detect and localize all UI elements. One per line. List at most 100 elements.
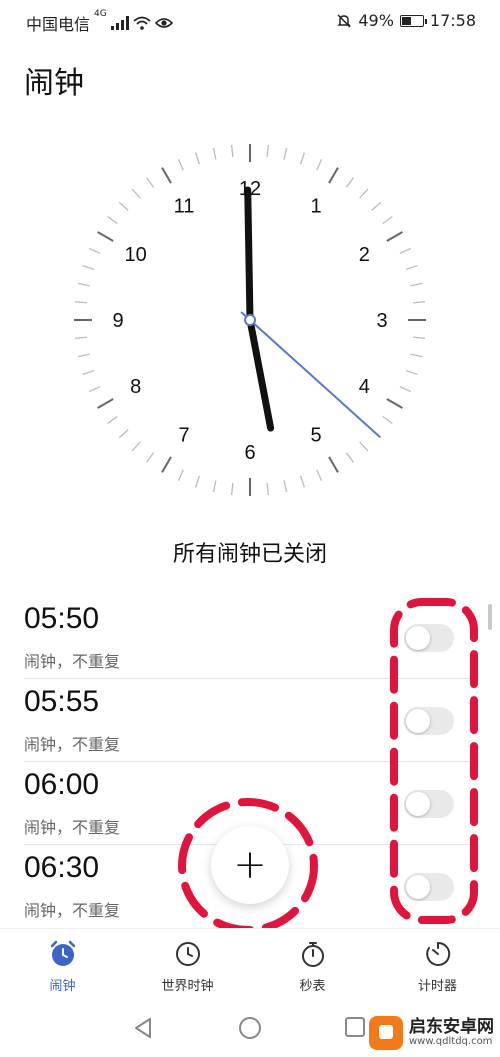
clock-tick <box>77 353 90 358</box>
alarms-status-message: 所有闹钟已关闭 <box>172 542 327 567</box>
tab-label: 闹钟 <box>49 979 76 994</box>
eye-icon <box>154 18 173 28</box>
clock-tick <box>74 300 87 304</box>
signal-icon <box>110 16 129 30</box>
timer-icon <box>425 941 450 966</box>
clock-tick <box>266 144 270 157</box>
alarm-time: 06:30 <box>24 851 100 884</box>
clock-tick <box>74 336 87 340</box>
clock-tick <box>328 167 339 184</box>
clock-number: 10 <box>125 244 147 266</box>
status-time: 17:58 <box>429 11 476 30</box>
tab-stopwatch[interactable]: 秒表 <box>250 929 375 1001</box>
clock-tick <box>131 441 141 452</box>
tab-label: 世界时钟 <box>161 979 214 994</box>
tab-alarm[interactable]: 闹钟 <box>0 929 125 1001</box>
clock-tick <box>413 300 426 304</box>
toggle-knob <box>406 626 430 650</box>
clock-center <box>244 314 256 326</box>
carrier-name: 中国电信 <box>26 15 91 34</box>
clock-number: 1 <box>310 196 321 218</box>
alarm-toggle[interactable] <box>404 873 454 901</box>
alarm-time: 05:50 <box>24 602 100 635</box>
alarm-toggle[interactable] <box>404 790 454 818</box>
clock-tick <box>97 398 114 409</box>
clock-tick <box>410 353 423 358</box>
alarm-row[interactable]: 05:55 闹钟，不重复 <box>24 679 476 762</box>
add-alarm-button[interactable]: + <box>211 826 289 904</box>
clock-tick <box>161 167 172 184</box>
battery-percent: 49% <box>358 11 394 30</box>
clock-tick <box>283 147 288 160</box>
clock-tick <box>88 247 101 254</box>
battery-icon <box>399 14 427 27</box>
watermark-name: 启东安卓网 <box>409 1016 494 1037</box>
world-clock-icon <box>175 942 200 966</box>
alarm-label: 闹钟，不重复 <box>24 735 121 754</box>
clock-number: 7 <box>178 424 189 446</box>
clock-tick <box>405 264 418 270</box>
wifi-icon <box>133 16 151 30</box>
tab-label: 秒表 <box>299 979 326 994</box>
home-icon[interactable] <box>238 1016 262 1040</box>
mute-bell-icon <box>337 13 352 28</box>
clock-tick <box>413 336 426 340</box>
toggle-knob <box>406 709 430 733</box>
tab-world-clock[interactable]: 世界时钟 <box>125 929 250 1001</box>
clock-tick <box>359 188 369 199</box>
list-scrollbar[interactable] <box>488 604 492 630</box>
clock-tick <box>410 282 423 287</box>
alarm-label: 闹钟，不重复 <box>24 901 121 920</box>
back-icon[interactable] <box>132 1016 154 1040</box>
watermark-url: www.qdltdq.com <box>409 1035 493 1047</box>
alarm-toggle[interactable] <box>404 624 454 652</box>
clock-number: 6 <box>244 442 255 464</box>
alarm-time: 06:00 <box>24 768 100 801</box>
watermark-logo-icon <box>369 1016 403 1050</box>
clock-tick <box>399 386 412 393</box>
clock-tick <box>328 456 339 473</box>
clock-tick <box>107 415 118 424</box>
analog-clock: 121234567891011 <box>74 144 426 496</box>
clock-number: 9 <box>112 310 123 332</box>
clock-tick <box>266 483 270 496</box>
clock-tick <box>399 247 412 254</box>
clock-tick <box>212 480 217 493</box>
toggle-knob <box>406 875 430 899</box>
alarm-label: 闹钟，不重复 <box>24 652 121 671</box>
clock-tick <box>405 370 418 376</box>
status-bar: 中国电信 4G 49% 17:58 <box>0 0 500 42</box>
clock-tick <box>300 152 306 165</box>
tab-label: 计时器 <box>417 979 457 994</box>
alarm-row[interactable]: 05:50 闹钟，不重复 <box>24 596 476 679</box>
clock-number: 5 <box>310 424 321 446</box>
recent-apps-icon[interactable] <box>344 1016 366 1038</box>
bottom-nav: 闹钟 世界时钟 秒表 计时器 <box>0 928 500 1001</box>
clock-tick <box>382 415 393 424</box>
clock-number: 11 <box>174 196 195 218</box>
clock-tick <box>359 441 369 452</box>
clock-tick <box>82 370 95 376</box>
clock-tick <box>131 188 141 199</box>
clock-tick <box>107 216 118 225</box>
clock-number: 8 <box>130 376 141 398</box>
clock-tick <box>77 282 90 287</box>
clock-tick <box>146 452 155 463</box>
clock-tick <box>345 452 354 463</box>
clock-tick <box>230 144 234 157</box>
clock-tick <box>300 475 306 488</box>
clock-tick <box>118 429 129 439</box>
alarm-toggle[interactable] <box>404 707 454 735</box>
clock-tick <box>118 201 129 211</box>
clock-tick <box>283 480 288 493</box>
page-title: 闹钟 <box>24 66 84 101</box>
toggle-knob <box>406 792 430 816</box>
clock-tick <box>88 386 101 393</box>
network-type: 4G <box>94 9 107 19</box>
tab-timer[interactable]: 计时器 <box>375 929 500 1001</box>
clock-tick <box>382 216 393 225</box>
clock-tick <box>177 469 184 482</box>
alarm-label: 闹钟，不重复 <box>24 818 121 837</box>
watermark: 启东安卓网 www.qdltdq.com <box>369 1016 494 1050</box>
clock-tick <box>82 264 95 270</box>
